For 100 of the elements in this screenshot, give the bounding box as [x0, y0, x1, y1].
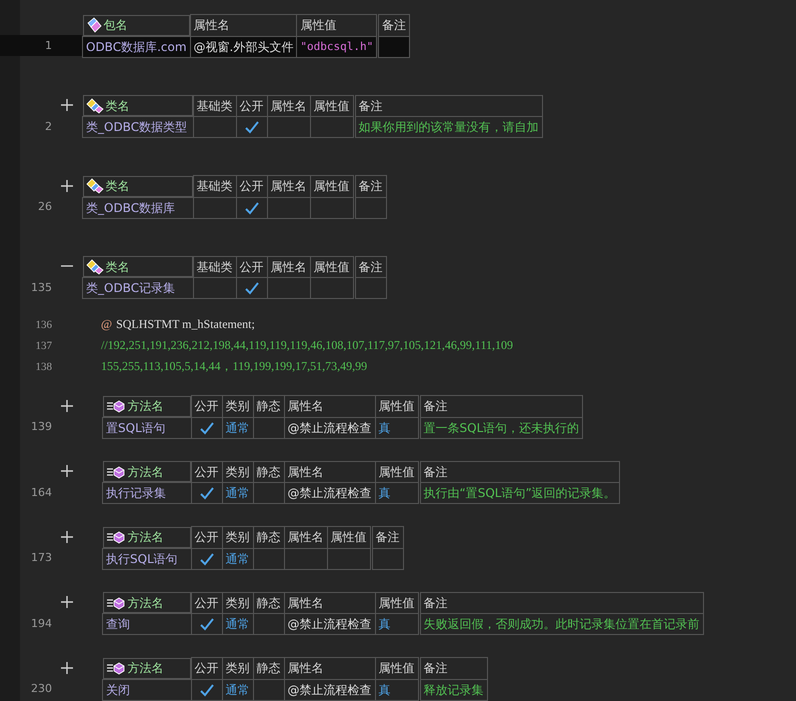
- plus-icon[interactable]: [60, 178, 74, 192]
- plus-icon[interactable]: [60, 595, 74, 609]
- column-header: 类别: [222, 658, 253, 679]
- plus-icon[interactable]: [60, 98, 74, 112]
- line-number: 194: [31, 616, 52, 630]
- column-header: 公开: [236, 256, 267, 278]
- at-sign: @: [101, 317, 112, 332]
- code-text: SQLHSTMT m_hStatement;: [116, 317, 255, 332]
- column-header: 备注: [419, 592, 703, 614]
- column-header: 基础类: [193, 256, 236, 278]
- table-cell: 类_ODBC记录集: [82, 278, 193, 298]
- table-cell: 置一条SQL语句，还未执行的: [419, 417, 583, 438]
- table-cell: @禁止流程检查: [284, 417, 375, 438]
- column-header: 类别: [222, 526, 253, 548]
- table-cell: 释放记录集: [419, 679, 487, 700]
- plus-icon[interactable]: [60, 530, 74, 544]
- table-cell: 类_ODBC数据库: [82, 197, 193, 218]
- column-header: 方法名: [128, 529, 164, 545]
- table-cell: 通常: [222, 679, 253, 700]
- table-cell: 通常: [222, 482, 253, 504]
- column-header: 静态: [253, 658, 284, 679]
- column-header: 属性值: [375, 461, 419, 482]
- table-cell: @视窗.外部头文件: [190, 36, 297, 57]
- column-header: 属性名: [190, 14, 297, 36]
- code-comment: 155,255,113,105,5,14,44，119,199,199,17,51,73,49,99: [101, 358, 368, 375]
- column-header: 属性值: [310, 256, 354, 278]
- column-header: 公开: [191, 658, 222, 679]
- column-header: 方法名: [128, 464, 164, 480]
- column-header: 类别: [222, 592, 253, 614]
- column-header: 公开: [191, 592, 222, 614]
- line-number: 138: [36, 360, 52, 372]
- column-header: 包名: [104, 17, 128, 33]
- method-icon: [106, 530, 126, 544]
- column-header: 静态: [253, 396, 284, 417]
- column-header: 类名: [106, 98, 130, 114]
- column-header: 方法名: [128, 594, 164, 610]
- column-header: 属性值: [327, 526, 371, 548]
- column-header: 类名: [106, 178, 130, 194]
- line-number: 26: [38, 200, 52, 213]
- column-header: 属性名: [284, 658, 375, 679]
- column-header: 类别: [222, 396, 253, 417]
- table-cell: 如果你用到的该常量没有，请自加: [354, 116, 542, 138]
- column-header: 公开: [191, 396, 222, 417]
- column-header: 备注: [419, 658, 487, 679]
- column-header: 方法名: [128, 660, 164, 676]
- column-header: 属性名: [284, 592, 375, 614]
- table-cell: 类_ODBC数据类型: [82, 116, 193, 138]
- method-icon: [106, 464, 126, 478]
- plus-icon[interactable]: [60, 660, 74, 674]
- table-cell: 失败返回假，否则成功。此时记录集位置在首记录前: [419, 614, 703, 634]
- column-header: 属性名: [267, 176, 310, 197]
- table-cell: 执行SQL语句: [102, 548, 191, 569]
- column-header: 公开: [236, 176, 267, 197]
- column-header: 静态: [253, 592, 284, 614]
- column-header: 静态: [253, 461, 284, 482]
- method-icon: [106, 661, 126, 675]
- line-number: 173: [31, 551, 52, 564]
- table-cell: 通常: [222, 417, 253, 438]
- table-cell: 通常: [222, 614, 253, 634]
- table-cell: 通常: [222, 548, 253, 569]
- table-cell: @禁止流程检查: [284, 679, 375, 700]
- table-cell: ODBC数据库.com: [82, 36, 190, 57]
- column-header: 属性名: [284, 526, 327, 548]
- method-icon: [106, 596, 126, 610]
- line-number: 137: [36, 340, 52, 352]
- table-cell: 执行由“置SQL语句”返回的记录集。: [419, 482, 620, 504]
- table-cell: 置SQL语句: [102, 417, 191, 438]
- column-header: 属性名: [267, 256, 310, 278]
- column-header: 属性值: [296, 14, 378, 36]
- column-header: 备注: [354, 176, 386, 197]
- column-header: 备注: [419, 461, 620, 482]
- column-header: 类别: [222, 461, 253, 482]
- table-cell: 查询: [102, 614, 191, 634]
- code-comment: //192,251,191,236,212,198,44,119,119,119,46,108,107,117,97,105,121,46,99,111,109: [101, 338, 513, 353]
- column-header: 基础类: [193, 95, 236, 116]
- column-header: 备注: [419, 396, 583, 417]
- column-header: 方法名: [128, 398, 164, 414]
- line-number: 139: [31, 420, 52, 433]
- column-header: 基础类: [193, 176, 236, 197]
- column-header: 备注: [371, 526, 403, 548]
- table-cell: @禁止流程检查: [284, 482, 375, 504]
- line-number: 1: [45, 39, 52, 52]
- cubes-icon: [86, 98, 104, 114]
- plus-icon[interactable]: [60, 464, 74, 478]
- column-header: 公开: [191, 461, 222, 482]
- column-header: 属性值: [375, 396, 419, 417]
- table-cell: 执行记录集: [102, 482, 191, 504]
- method-icon: [106, 399, 126, 413]
- column-header: 备注: [354, 95, 542, 116]
- line-number: 135: [31, 280, 52, 294]
- column-header: 类名: [106, 258, 130, 274]
- line-number: 164: [31, 486, 52, 498]
- column-header: 静态: [253, 526, 284, 548]
- cubes-icon: [86, 178, 104, 194]
- column-header: 公开: [236, 95, 267, 116]
- column-header: 属性名: [284, 396, 375, 417]
- diamond-icon: [86, 17, 102, 33]
- plus-icon[interactable]: [60, 398, 74, 412]
- line-number: 230: [31, 682, 52, 695]
- column-header: 属性名: [284, 461, 375, 482]
